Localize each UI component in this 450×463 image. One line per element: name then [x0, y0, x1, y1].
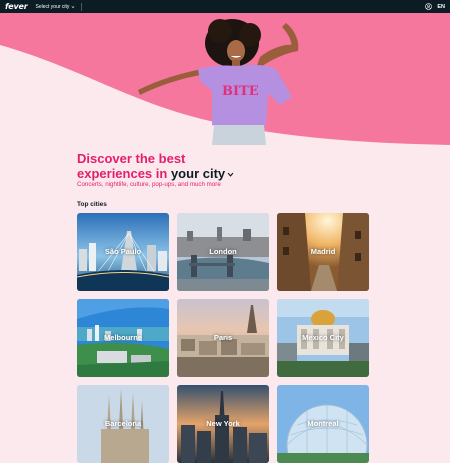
headline-subtitle: Concerts, nightlife, culture, pop-ups, a…: [77, 181, 221, 188]
city-card-label: Montreal: [307, 419, 339, 428]
city-card-london[interactable]: London: [177, 213, 269, 291]
language-selector[interactable]: EN: [437, 4, 445, 10]
city-card-montreal[interactable]: Montreal: [277, 385, 369, 463]
hero-image: BITE: [0, 13, 450, 145]
city-card-label: New York: [206, 419, 240, 428]
user-icon[interactable]: [425, 3, 433, 10]
city-card-label: Barcelona: [104, 419, 142, 428]
headline-line-2: experiences in: [77, 166, 171, 181]
city-card-mexico-city[interactable]: Mexico City: [277, 299, 369, 377]
city-card-label: Mexico City: [302, 333, 344, 342]
chevron-down-icon[interactable]: [227, 171, 234, 178]
city-card-sao-paulo[interactable]: São Paulo: [77, 213, 169, 291]
fever-logo[interactable]: fever: [5, 2, 28, 11]
city-card-label: São Paulo: [104, 247, 142, 256]
topbar-divider: [81, 2, 83, 11]
headline-city-link[interactable]: your city: [171, 166, 225, 181]
shirt-print-text: BITE: [222, 84, 259, 99]
city-card-paris[interactable]: Paris: [177, 299, 269, 377]
city-selector-label: Select your city: [35, 3, 70, 10]
city-card-barcelona[interactable]: Barcelona: [77, 385, 169, 463]
chevron-down-icon: [71, 5, 75, 8]
city-card-melbourne[interactable]: Melbourne: [77, 299, 169, 377]
city-card-label: Madrid: [310, 247, 336, 256]
top-cities-grid: São Paulo London Madrid Melbourne Paris …: [77, 213, 370, 463]
top-cities-title: Top cities: [77, 201, 107, 208]
headline-line-1: Discover the best: [77, 151, 186, 166]
topbar-right-group: EN: [425, 3, 445, 10]
page-headline: Discover the best experiences in your ci…: [77, 151, 234, 181]
city-card-new-york[interactable]: New York: [177, 385, 269, 463]
city-card-label: Paris: [213, 333, 233, 342]
top-navigation-bar: fever Select your city EN: [0, 0, 450, 13]
hero-banner: BITE: [0, 13, 450, 145]
city-card-label: London: [209, 247, 237, 256]
city-selector[interactable]: Select your city: [36, 4, 76, 10]
city-card-label: Melbourne: [104, 333, 142, 342]
city-card-madrid[interactable]: Madrid: [277, 213, 369, 291]
